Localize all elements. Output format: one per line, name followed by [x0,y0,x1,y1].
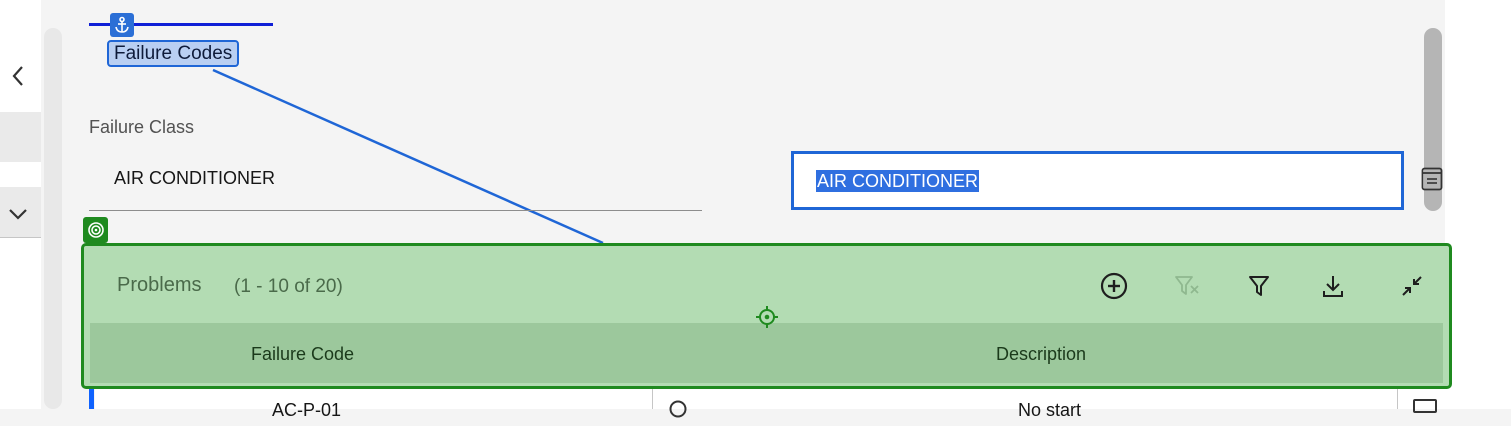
right-gutter [1445,0,1511,409]
table-title: Problems [117,274,202,296]
left-scrollbar[interactable] [44,28,62,409]
nav-item[interactable] [0,112,41,162]
field-underline [89,210,702,211]
record-count: (1 - 10 of 20) [234,276,343,297]
description-input-value: AIR CONDITIONER [816,170,980,192]
failure-class-value[interactable]: AIR CONDITIONER [114,168,275,189]
column-divider [1397,389,1398,409]
lookup-icon[interactable] [1420,166,1444,192]
download-icon[interactable] [1318,271,1348,301]
details-icon[interactable] [1413,399,1437,413]
column-divider [652,389,653,409]
column-header-failure-code[interactable]: Failure Code [251,344,354,365]
page-title: Failure Codes [107,40,240,67]
crosshair-icon [755,305,779,329]
add-circle-icon[interactable] [1099,271,1129,301]
minimize-icon[interactable] [1397,271,1427,301]
row-failure-code: AC-P-01 [272,400,342,420]
anchor-icon [110,13,134,37]
failure-class-label: Failure Class [89,117,195,137]
column-header-description[interactable]: Description [996,344,1086,365]
chevron-left-icon[interactable] [6,62,30,90]
search-icon[interactable] [668,399,690,421]
row-description: No start [1018,400,1082,420]
description-input[interactable]: AIR CONDITIONER [791,151,1404,210]
filter-icon[interactable] [1244,271,1274,301]
clear-filter-icon [1172,271,1202,301]
chevron-down-icon[interactable] [6,200,30,228]
target-icon [83,217,108,243]
